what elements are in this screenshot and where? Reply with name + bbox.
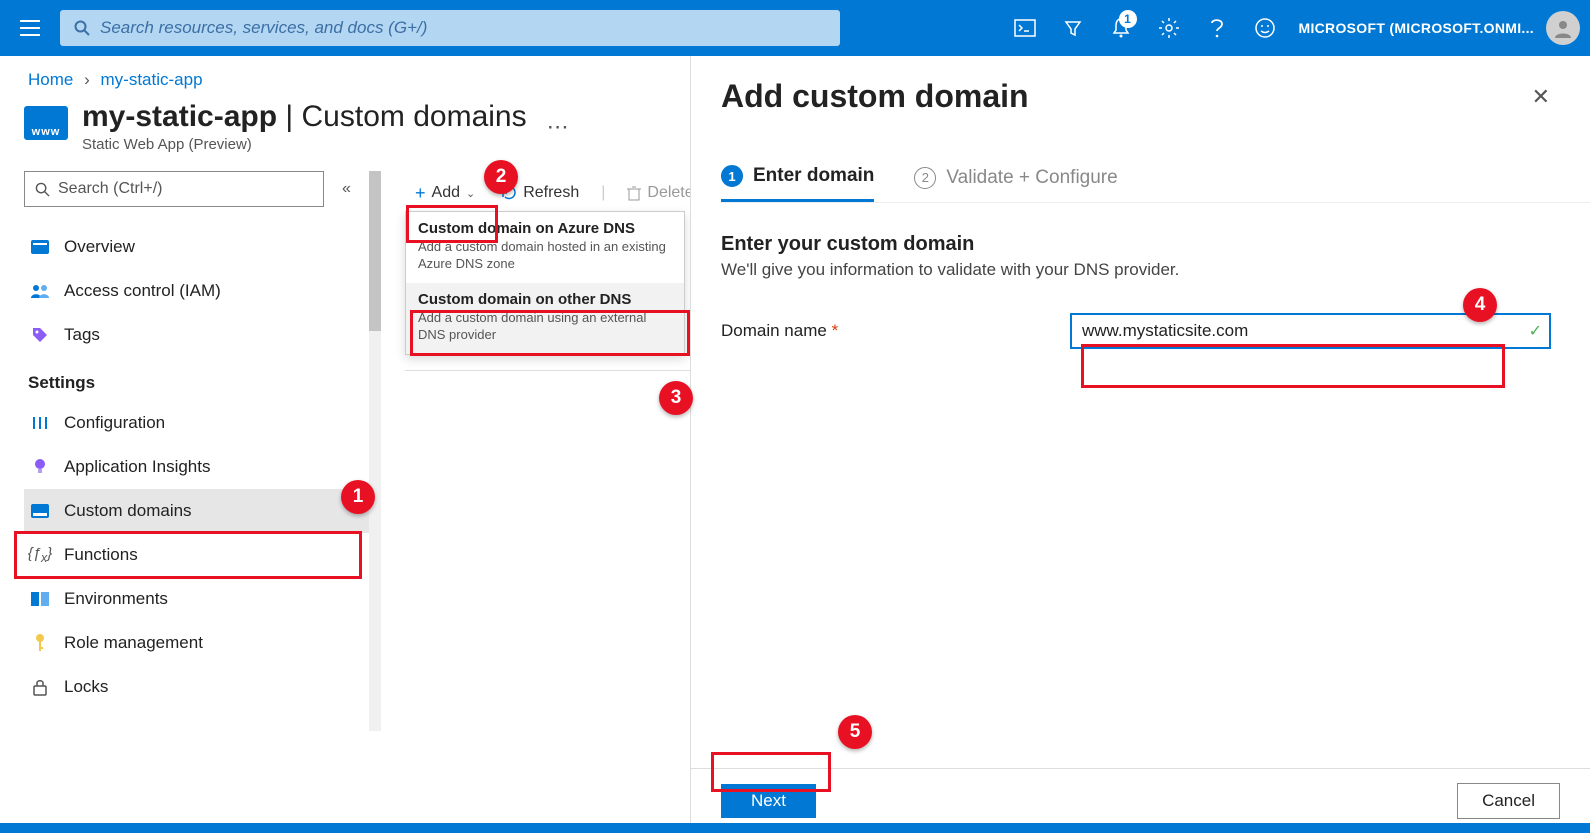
sidebar-item-locks[interactable]: Locks — [24, 665, 380, 709]
global-search-input[interactable]: Search resources, services, and docs (G+… — [60, 10, 840, 46]
refresh-icon — [501, 185, 517, 201]
more-actions-icon[interactable]: ⋯ — [547, 114, 569, 140]
scrollbar-thumb[interactable] — [369, 171, 381, 331]
sidebar-item-environments[interactable]: Environments — [24, 577, 380, 621]
panel-title: Add custom domain — [721, 78, 1029, 115]
tag-icon — [28, 326, 52, 344]
sidebar-item-app-insights[interactable]: Application Insights — [24, 445, 380, 489]
filter-icon[interactable] — [1051, 6, 1095, 50]
collapse-sidebar-icon[interactable]: « — [342, 180, 351, 198]
page-subtitle: Static Web App (Preview) — [82, 136, 527, 153]
sidebar-item-custom-domains[interactable]: Custom domains — [24, 489, 380, 533]
add-dropdown-menu: Custom domain on Azure DNS Add a custom … — [405, 211, 685, 355]
notification-badge: 1 — [1119, 10, 1137, 28]
sidebar-item-overview[interactable]: Overview — [24, 225, 380, 269]
breadcrumb-current[interactable]: my-static-app — [101, 70, 203, 89]
function-icon: {ƒx} — [28, 545, 52, 565]
environments-icon — [28, 592, 52, 606]
settings-gear-icon[interactable] — [1147, 6, 1191, 50]
checkmark-icon: ✓ — [1529, 321, 1542, 341]
global-search-placeholder: Search resources, services, and docs (G+… — [100, 18, 427, 38]
dropdown-item-other-dns[interactable]: Custom domain on other DNS Add a custom … — [406, 283, 684, 354]
notifications-icon[interactable]: 1 — [1099, 6, 1143, 50]
cancel-button[interactable]: Cancel — [1457, 783, 1560, 819]
section-title: Enter your custom domain — [721, 233, 1550, 256]
sidebar-item-configuration[interactable]: Configuration — [24, 401, 380, 445]
sidebar-search-input[interactable]: Search (Ctrl+/) — [24, 171, 324, 207]
dropdown-item-azure-dns[interactable]: Custom domain on Azure DNS Add a custom … — [406, 212, 684, 283]
static-web-app-icon: www — [24, 106, 68, 140]
lock-icon — [28, 678, 52, 696]
plus-icon: + — [415, 183, 426, 204]
avatar[interactable] — [1546, 11, 1580, 45]
help-icon[interactable] — [1195, 6, 1239, 50]
step-enter-domain[interactable]: 1 Enter domain — [721, 165, 874, 202]
sidebar-item-functions[interactable]: {ƒx} Functions — [24, 533, 380, 577]
sidebar-item-role-management[interactable]: Role management — [24, 621, 380, 665]
sidebar-item-access-control[interactable]: Access control (IAM) — [24, 269, 380, 313]
sidebar-item-tags[interactable]: Tags — [24, 313, 380, 357]
close-icon[interactable]: ✕ — [1532, 84, 1550, 110]
sidebar: Search (Ctrl+/) « Overview Access contro… — [0, 171, 380, 709]
wizard-steps: 1 Enter domain 2 Validate + Configure — [721, 165, 1590, 203]
bottom-strip — [0, 823, 1590, 833]
chevron-down-icon: ⌄ — [466, 187, 475, 200]
step-validate-configure[interactable]: 2 Validate + Configure — [914, 165, 1117, 202]
page-title: my-static-app | Custom domains — [82, 100, 527, 134]
sidebar-section-settings: Settings — [28, 373, 380, 393]
key-icon — [28, 633, 52, 653]
domain-name-input[interactable] — [1071, 314, 1550, 348]
search-icon — [35, 182, 50, 197]
refresh-button[interactable]: Refresh — [491, 180, 589, 206]
overview-icon — [28, 240, 52, 254]
cloud-shell-icon[interactable] — [1003, 6, 1047, 50]
breadcrumb-home[interactable]: Home — [28, 70, 73, 89]
add-button[interactable]: + Add ⌄ — [405, 179, 485, 208]
people-icon — [28, 283, 52, 299]
next-button[interactable]: Next — [721, 784, 816, 818]
account-label[interactable]: MICROSOFT (MICROSOFT.ONMI... — [1299, 20, 1535, 36]
top-bar: Search resources, services, and docs (G+… — [0, 0, 1590, 56]
section-description: We'll give you information to validate w… — [721, 260, 1550, 280]
chevron-right-icon: › — [84, 70, 90, 89]
trash-icon — [627, 185, 641, 201]
domain-icon — [28, 504, 52, 518]
feedback-smiley-icon[interactable] — [1243, 6, 1287, 50]
hamburger-menu-icon[interactable] — [10, 8, 50, 48]
domain-name-label: Domain name * — [721, 321, 1071, 341]
search-icon — [74, 20, 90, 36]
lightbulb-icon — [28, 458, 52, 476]
sliders-icon — [28, 415, 52, 431]
add-custom-domain-panel: Add custom domain ✕ 1 Enter domain 2 Val… — [690, 56, 1590, 833]
